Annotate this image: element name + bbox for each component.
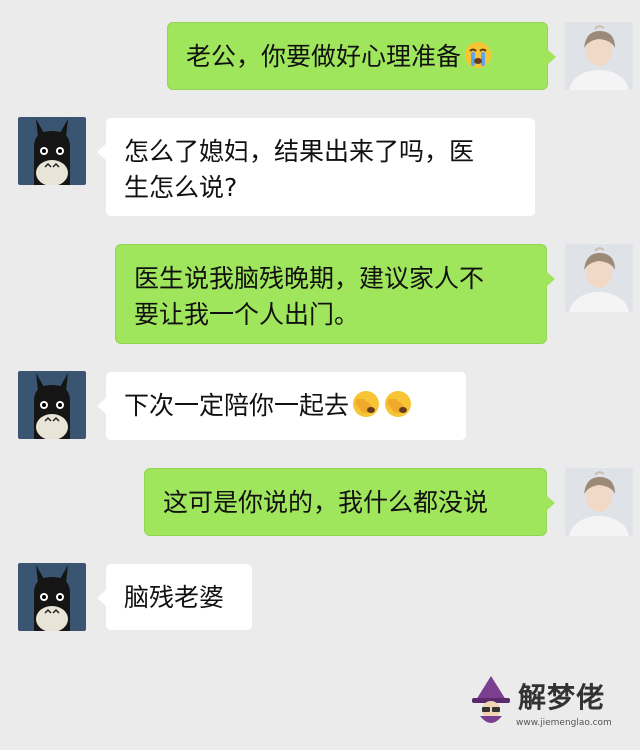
message-text: 老公，你要做好心理准备 (186, 42, 462, 71)
bubble-tail (546, 271, 555, 287)
sender-avatar[interactable] (565, 244, 633, 312)
sender-avatar[interactable] (565, 22, 633, 90)
watermark: 解梦佬 www.jiemenglao.com (466, 674, 626, 736)
wizard-logo-icon (472, 676, 510, 723)
message-bubble-sent[interactable]: 医生说我脑残晚期，建议家人不 要让我一个人出门。 (115, 244, 555, 344)
bubble-tail (547, 49, 556, 65)
watermark-title: 解梦佬 (518, 681, 606, 714)
receiver-avatar[interactable] (18, 117, 86, 185)
sender-avatar[interactable] (565, 468, 633, 536)
message-text: 这可是你说的，我什么都没说 (163, 488, 489, 517)
message-text: 下次一定陪你一起去 (124, 391, 350, 420)
message-bubble-sent[interactable]: 老公，你要做好心理准备 (167, 22, 556, 90)
message-bubble-received[interactable]: 脑残老婆 (97, 563, 253, 631)
receiver-avatar[interactable] (18, 371, 86, 439)
crying-face-icon (465, 42, 492, 68)
bubble-tail (97, 398, 106, 414)
facepalm-icon (353, 391, 380, 417)
message-text-line: 医生说我脑残晚期，建议家人不 (134, 264, 485, 293)
facepalm-icon (385, 391, 412, 417)
message-text-line: 生怎么说? (124, 173, 238, 202)
message-text-line: 要让我一个人出门。 (134, 300, 360, 329)
message-text: 脑残老婆 (124, 583, 225, 612)
message-bubble-received[interactable]: 下次一定陪你一起去 (97, 371, 467, 441)
message-bubble-received[interactable]: 怎么了媳妇，结果出来了吗，医 生怎么说? (97, 117, 536, 217)
bubble-tail (97, 590, 106, 606)
bubble-tail (546, 495, 555, 511)
watermark-url: www.jiemenglao.com (516, 718, 612, 728)
bubble-tail (97, 144, 106, 160)
message-text-line: 怎么了媳妇，结果出来了吗，医 (124, 137, 475, 166)
receiver-avatar[interactable] (18, 563, 86, 631)
message-bubble-sent[interactable]: 这可是你说的，我什么都没说 (144, 468, 555, 536)
